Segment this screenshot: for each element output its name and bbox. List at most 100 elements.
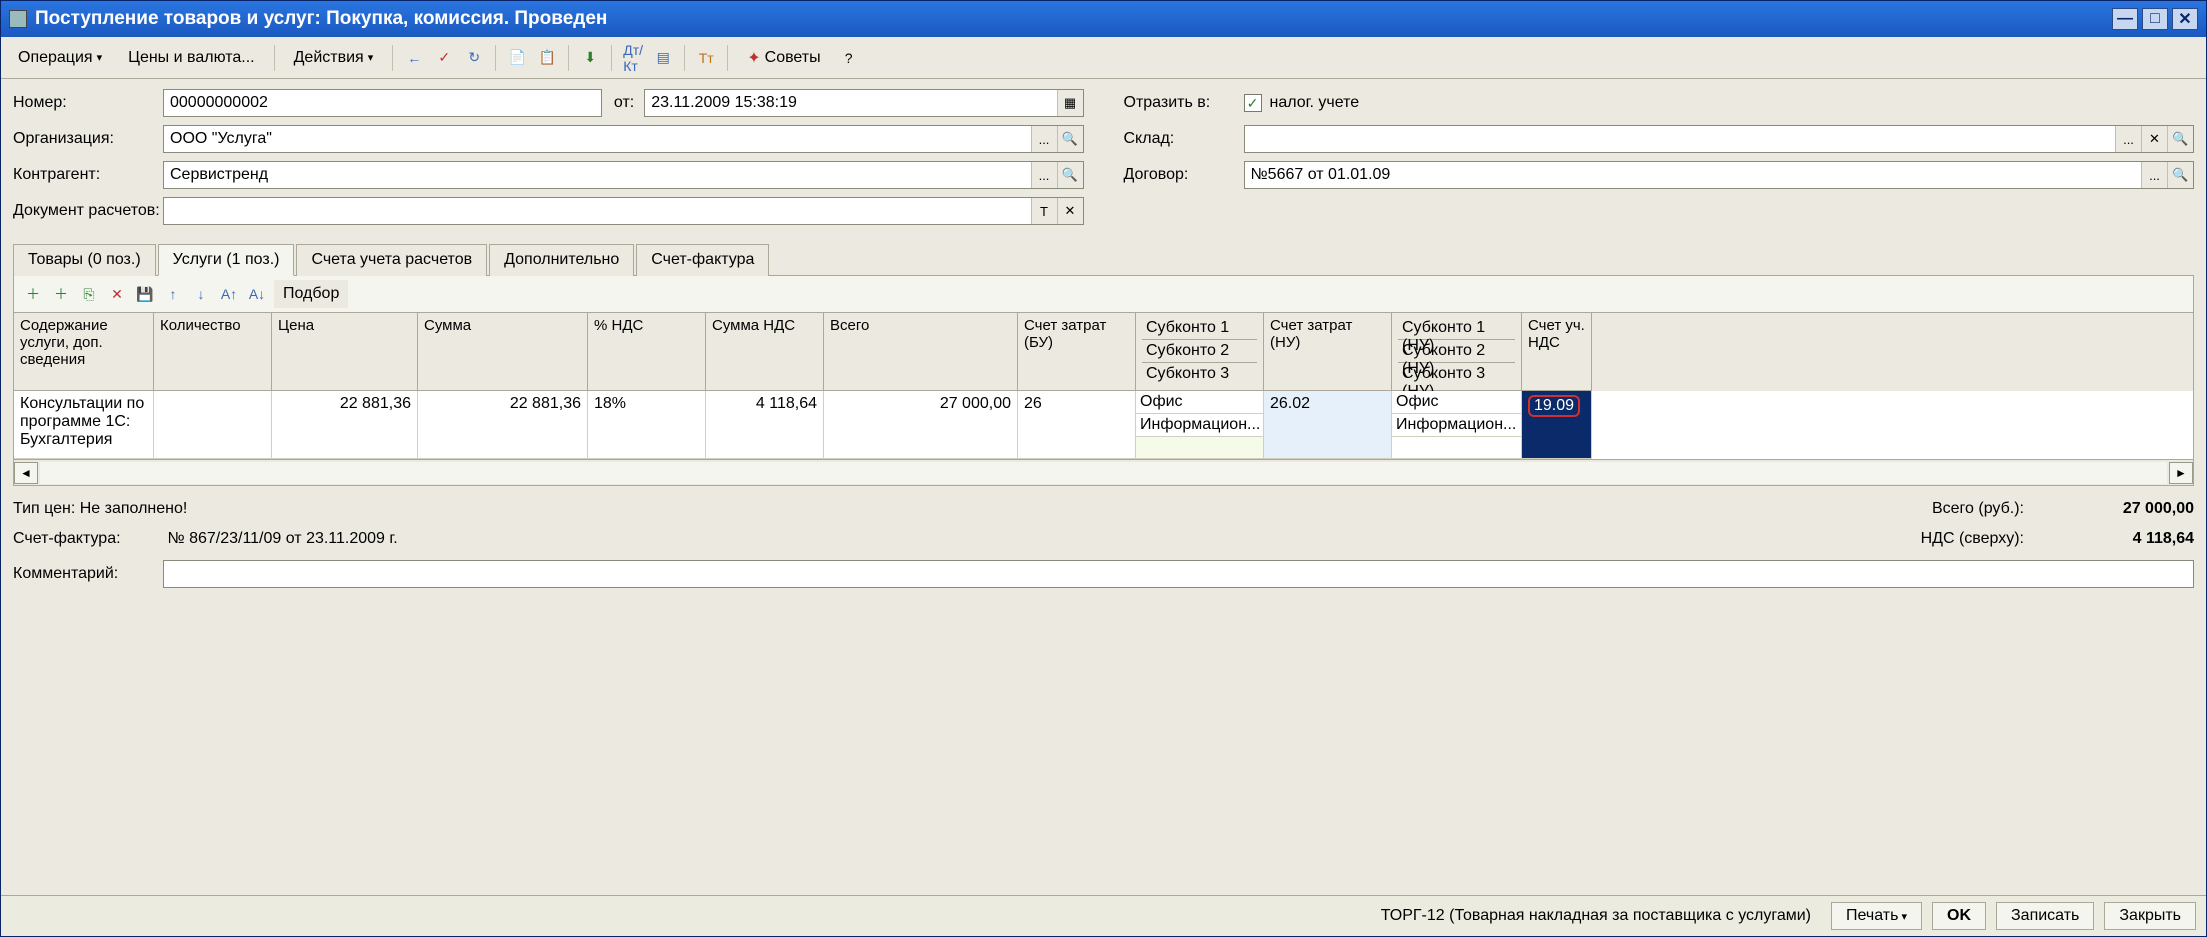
maximize-button[interactable]: □ bbox=[2142, 8, 2168, 30]
cell-sub1nu[interactable]: Офис bbox=[1392, 391, 1521, 414]
cell-price[interactable]: 22 881,36 bbox=[272, 391, 418, 459]
tips-button[interactable]: ✦ Советы bbox=[738, 43, 829, 73]
back-icon[interactable]: ← bbox=[403, 47, 425, 69]
footer: ТОРГ-12 (Товарная накладная за поставщик… bbox=[1, 895, 2206, 936]
cell-sub3nu[interactable] bbox=[1392, 437, 1521, 458]
scroll-right-icon[interactable]: ► bbox=[2169, 462, 2193, 484]
refresh-icon[interactable]: ↻ bbox=[463, 47, 485, 69]
cell-cost-acc-nu[interactable]: 26.02 bbox=[1264, 391, 1392, 459]
contract-search-icon[interactable]: 🔍 bbox=[2167, 162, 2193, 188]
grid: Содержание услуги, доп. сведения Количес… bbox=[13, 313, 2194, 460]
contract-field[interactable] bbox=[1245, 163, 2142, 187]
copy-row-icon[interactable]: ⎘ bbox=[78, 283, 100, 305]
docsettle-field[interactable] bbox=[164, 199, 1031, 223]
col-vat-sum[interactable]: Сумма НДС bbox=[706, 313, 824, 391]
tab-accounts[interactable]: Счета учета расчетов bbox=[296, 244, 487, 276]
dt-kt-icon[interactable]: Дт/Кт bbox=[622, 47, 644, 69]
comment-field[interactable] bbox=[164, 562, 2193, 586]
actions-menu[interactable]: Действия bbox=[285, 44, 383, 72]
doc-icon-1[interactable]: 📄 bbox=[506, 47, 528, 69]
cell-vat-sum[interactable]: 4 118,64 bbox=[706, 391, 824, 459]
contractor-input-wrap: ... 🔍 bbox=[163, 161, 1084, 189]
save-row-icon[interactable]: 💾 bbox=[134, 283, 156, 305]
col-desc[interactable]: Содержание услуги, доп. сведения bbox=[14, 313, 154, 391]
cell-sub3[interactable] bbox=[1136, 437, 1263, 458]
warehouse-lookup-icon[interactable]: ... bbox=[2115, 126, 2141, 152]
doc-icon-2[interactable]: 📋 bbox=[536, 47, 558, 69]
cell-qty[interactable] bbox=[154, 391, 272, 459]
cell-sub2nu[interactable]: Информацион... bbox=[1392, 414, 1521, 437]
tab-services[interactable]: Услуги (1 поз.) bbox=[158, 244, 295, 276]
cell-total[interactable]: 27 000,00 bbox=[824, 391, 1018, 459]
check-icon[interactable]: ✓ bbox=[433, 47, 455, 69]
org-lookup-icon[interactable]: ... bbox=[1031, 126, 1057, 152]
insert-row-icon[interactable]: ＋ bbox=[50, 283, 72, 305]
org-search-icon[interactable]: 🔍 bbox=[1057, 126, 1083, 152]
grid-scrollbar[interactable]: ◄ ► bbox=[13, 460, 2194, 486]
delete-row-icon[interactable]: ✕ bbox=[106, 283, 128, 305]
col-sub1: Субконто 1 bbox=[1142, 317, 1257, 340]
cell-vat-acc[interactable]: 19.09 bbox=[1522, 391, 1592, 459]
warehouse-search-icon[interactable]: 🔍 bbox=[2167, 126, 2193, 152]
col-subconto-bu[interactable]: Субконто 1 Субконто 2 Субконто 3 bbox=[1136, 313, 1264, 391]
number-field[interactable] bbox=[164, 91, 601, 115]
date-field[interactable] bbox=[645, 91, 1056, 115]
col-qty[interactable]: Количество bbox=[154, 313, 272, 391]
export-icon[interactable]: ⬇ bbox=[579, 47, 601, 69]
sort-desc-icon[interactable]: A↓ bbox=[246, 283, 268, 305]
col-total[interactable]: Всего bbox=[824, 313, 1018, 391]
tt-icon[interactable]: Тт bbox=[695, 47, 717, 69]
list-icon[interactable]: ▤ bbox=[652, 47, 674, 69]
col-vat-rate[interactable]: % НДС bbox=[588, 313, 706, 391]
docsettle-clear-icon[interactable]: ✕ bbox=[1057, 198, 1083, 224]
contractor-search-icon[interactable]: 🔍 bbox=[1057, 162, 1083, 188]
cell-sum[interactable]: 22 881,36 bbox=[418, 391, 588, 459]
cell-subconto-bu[interactable]: Офис Информацион... bbox=[1136, 391, 1264, 459]
col-vat-acc[interactable]: Счет уч. НДС bbox=[1522, 313, 1592, 391]
move-up-icon[interactable]: ↑ bbox=[162, 283, 184, 305]
org-field[interactable] bbox=[164, 127, 1031, 151]
contractor-field[interactable] bbox=[164, 163, 1031, 187]
close-button[interactable]: ✕ bbox=[2172, 8, 2198, 30]
help-icon[interactable]: ? bbox=[838, 47, 860, 69]
docsettle-t-icon[interactable]: T bbox=[1031, 198, 1057, 224]
contract-lookup-icon[interactable]: ... bbox=[2141, 162, 2167, 188]
col-price[interactable]: Цена bbox=[272, 313, 418, 391]
warehouse-field[interactable] bbox=[1245, 127, 2116, 151]
podbor-button[interactable]: Подбор bbox=[274, 280, 348, 308]
minimize-button[interactable]: — bbox=[2112, 8, 2138, 30]
cell-subconto-nu[interactable]: Офис Информацион... bbox=[1392, 391, 1522, 459]
warehouse-clear-icon[interactable]: ✕ bbox=[2141, 126, 2167, 152]
col-cost-acc-bu[interactable]: Счет затрат (БУ) bbox=[1018, 313, 1136, 391]
move-down-icon[interactable]: ↓ bbox=[190, 283, 212, 305]
tab-additional[interactable]: Дополнительно bbox=[489, 244, 634, 276]
warehouse-label: Склад: bbox=[1124, 130, 1244, 148]
col-subconto-nu[interactable]: Субконто 1 (НУ) Субконто 2 (НУ) Субконто… bbox=[1392, 313, 1522, 391]
col-sum[interactable]: Сумма bbox=[418, 313, 588, 391]
col-cost-acc-nu[interactable]: Счет затрат (НУ) bbox=[1264, 313, 1392, 391]
scroll-left-icon[interactable]: ◄ bbox=[14, 462, 38, 484]
ok-button[interactable]: OK bbox=[1932, 902, 1986, 930]
prices-button[interactable]: Цены и валюта... bbox=[119, 44, 263, 72]
table-row[interactable]: Консультации по программе 1С: Бухгалтери… bbox=[14, 391, 2193, 459]
cell-vat-rate[interactable]: 18% bbox=[588, 391, 706, 459]
save-button[interactable]: Записать bbox=[1996, 902, 2094, 930]
vat-value: 4 118,64 bbox=[2044, 530, 2194, 548]
cell-sub2[interactable]: Информацион... bbox=[1136, 414, 1263, 437]
tab-invoice[interactable]: Счет-фактура bbox=[636, 244, 769, 276]
print-button[interactable]: Печать bbox=[1831, 902, 1922, 930]
cell-cost-acc-bu[interactable]: 26 bbox=[1018, 391, 1136, 459]
org-input-wrap: ... 🔍 bbox=[163, 125, 1084, 153]
scroll-track[interactable] bbox=[40, 462, 2167, 484]
col-sub1nu: Субконто 1 (НУ) bbox=[1398, 317, 1515, 340]
sort-asc-icon[interactable]: A↑ bbox=[218, 283, 240, 305]
contractor-lookup-icon[interactable]: ... bbox=[1031, 162, 1057, 188]
calendar-icon[interactable]: ▦ bbox=[1057, 90, 1083, 116]
close-button-footer[interactable]: Закрыть bbox=[2104, 902, 2196, 930]
add-row-icon[interactable]: ＋ bbox=[22, 283, 44, 305]
cell-sub1[interactable]: Офис bbox=[1136, 391, 1263, 414]
reflect-checkbox[interactable]: ✓ bbox=[1244, 94, 1262, 112]
cell-desc[interactable]: Консультации по программе 1С: Бухгалтери… bbox=[14, 391, 154, 459]
operation-menu[interactable]: Операция bbox=[9, 44, 111, 72]
tab-goods[interactable]: Товары (0 поз.) bbox=[13, 244, 156, 276]
